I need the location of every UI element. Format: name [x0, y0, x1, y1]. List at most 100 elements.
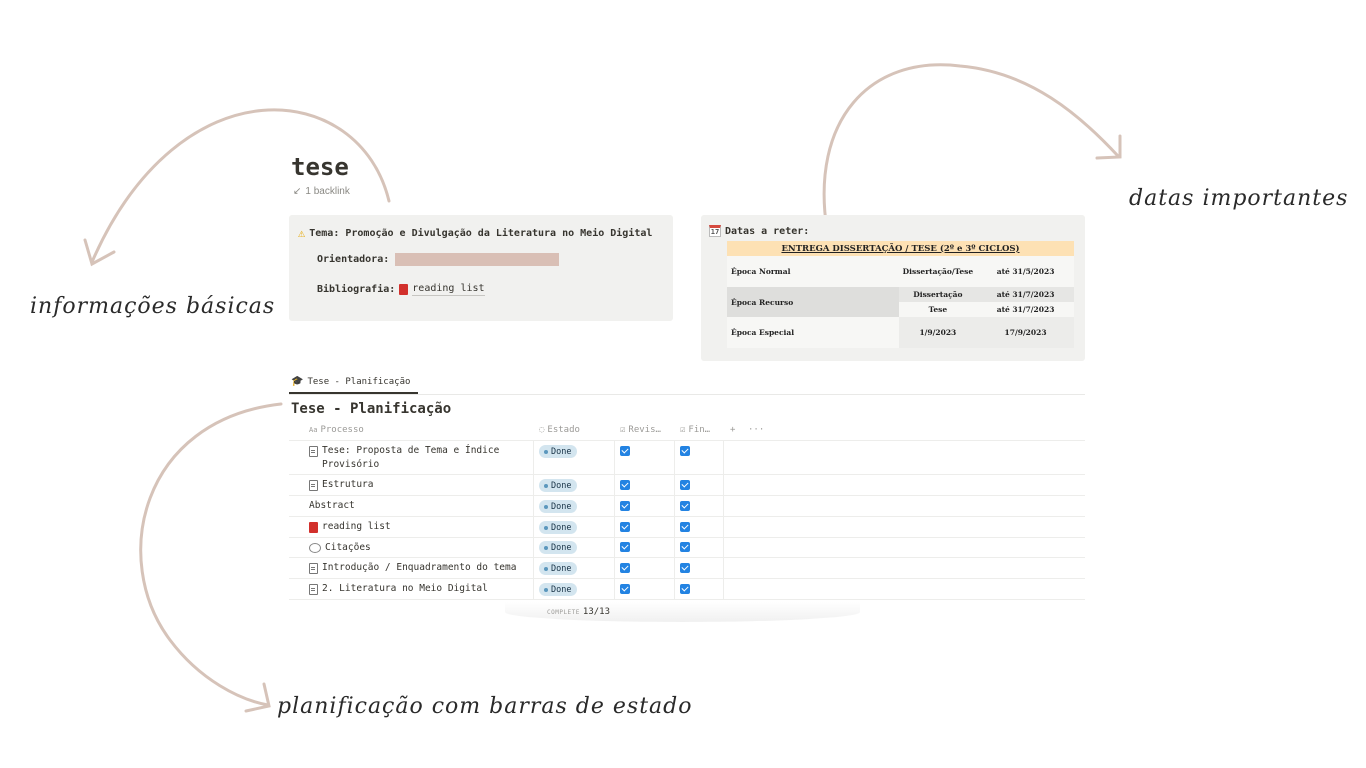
- footer-value: 13/13: [582, 607, 610, 617]
- arrowhead-planning: [244, 682, 271, 713]
- arrowhead-dates: [1095, 134, 1122, 160]
- final-checkbox[interactable]: [680, 446, 690, 456]
- row-divider: [289, 537, 1085, 538]
- page-title: tese: [291, 153, 349, 181]
- footer-label: COMPLETE: [547, 609, 580, 616]
- dates-row-recurso-tese-tipo: Tese: [898, 302, 978, 317]
- status-dot-icon: [544, 587, 548, 592]
- dates-title: Datas a reter:: [725, 225, 810, 237]
- table-row-title[interactable]: Tese: Proposta de Tema e Índice Provisór…: [309, 444, 519, 472]
- status-badge[interactable]: Done: [539, 500, 578, 513]
- row-divider: [289, 474, 1085, 475]
- status-badge[interactable]: Done: [539, 479, 578, 492]
- final-checkbox[interactable]: [680, 563, 690, 573]
- doc-icon: [309, 584, 318, 595]
- annotation-planning: planificação com barras de estado: [277, 694, 693, 719]
- column-header-processo[interactable]: Aa Processo: [309, 425, 364, 435]
- add-column-button[interactable]: +: [730, 425, 735, 435]
- status-label: Done: [551, 522, 572, 533]
- dates-row-normal-tipo: Dissertação/Tese: [898, 256, 978, 287]
- status-label: Done: [551, 584, 572, 595]
- column-divider: [674, 440, 675, 599]
- checkbox-type-icon: ☑: [680, 425, 686, 435]
- status-badge[interactable]: Done: [539, 445, 578, 458]
- doc-icon: [309, 563, 318, 574]
- column-header-revisto[interactable]: ☑ Revis…: [620, 425, 661, 435]
- table-row-title[interactable]: reading list: [309, 520, 391, 534]
- column-header-processo-label: Processo: [320, 425, 364, 435]
- revisto-checkbox[interactable]: [620, 446, 630, 456]
- status-badge[interactable]: Done: [539, 521, 578, 534]
- row-divider: [289, 495, 1085, 496]
- tab-tese-planificacao[interactable]: 🎓 Tese - Planificação: [291, 376, 410, 387]
- row-name: Estrutura: [322, 479, 374, 490]
- revisto-checkbox[interactable]: [620, 542, 630, 552]
- row-name: reading list: [322, 521, 391, 532]
- status-badge[interactable]: Done: [539, 541, 578, 554]
- status-label: Done: [551, 446, 572, 457]
- revisto-checkbox[interactable]: [620, 522, 630, 532]
- status-label: Done: [551, 542, 572, 553]
- more-options-button[interactable]: ···: [748, 425, 764, 435]
- status-badge[interactable]: Done: [539, 583, 578, 596]
- dates-table-header: ENTREGA DISSERTAÇÃO / TESE (2º e 3º CICL…: [727, 241, 1074, 256]
- more-icon: ···: [748, 425, 765, 435]
- final-checkbox[interactable]: [680, 480, 690, 490]
- annotation-arrows: [83, 63, 1122, 713]
- backlink-button[interactable]: ↙ 1 backlink: [293, 186, 350, 197]
- final-checkbox[interactable]: [680, 584, 690, 594]
- status-dot-icon: [544, 525, 548, 530]
- status-dot-icon: [544, 504, 548, 509]
- row-name: Abstract: [309, 500, 355, 511]
- calculation-footer[interactable]: COMPLETE 13/13: [547, 607, 610, 617]
- dates-row-normal-epoca: Época Normal: [727, 256, 899, 287]
- annotation-basic-info: informações básicas: [30, 294, 276, 319]
- arrowhead-basic-info: [83, 238, 116, 267]
- plus-icon: +: [730, 425, 736, 435]
- backlink-arrow-icon: ↙: [293, 186, 302, 197]
- table-row-title[interactable]: Introdução / Enquadramento do tema: [309, 561, 516, 575]
- arrow-dates: [822, 63, 1120, 232]
- row-name: 2. Literatura no Meio Digital: [322, 583, 488, 594]
- bibliography-label: Bibliografia:: [317, 284, 396, 295]
- tab-divider: [289, 394, 1085, 395]
- row-divider: [289, 516, 1085, 517]
- bibliography-link[interactable]: reading list: [399, 283, 485, 296]
- revisto-checkbox[interactable]: [620, 563, 630, 573]
- dates-row-especial-epoca: Época Especial: [727, 317, 899, 348]
- graduation-cap-icon: 🎓: [291, 376, 304, 387]
- checkbox-type-icon: ☑: [620, 425, 626, 435]
- column-header-estado-label: Estado: [547, 425, 580, 435]
- bibliography-link-label: reading list: [412, 283, 485, 296]
- revisto-checkbox[interactable]: [620, 480, 630, 490]
- column-header-revisto-label: Revis…: [628, 425, 661, 435]
- row-name: Introdução / Enquadramento do tema: [322, 562, 517, 573]
- doc-icon: [309, 446, 318, 457]
- final-checkbox[interactable]: [680, 542, 690, 552]
- final-checkbox[interactable]: [680, 522, 690, 532]
- status-badge[interactable]: Done: [539, 562, 578, 575]
- dates-row-recurso-epoca: Época Recurso: [727, 287, 899, 317]
- column-header-final[interactable]: ☑ Fin…: [680, 425, 710, 435]
- column-header-final-label: Fin…: [688, 425, 711, 435]
- table-row-title[interactable]: 2. Literatura no Meio Digital: [309, 582, 488, 596]
- info-callout: ⚠ Tema: Promoção e Divulgação da Literat…: [289, 215, 673, 321]
- table-row-title[interactable]: Citações: [309, 541, 371, 555]
- status-type-icon: ◌: [539, 425, 545, 435]
- dates-row-recurso-data: até 31/7/2023: [977, 287, 1074, 302]
- revisto-checkbox[interactable]: [620, 584, 630, 594]
- dates-row-normal-data: até 31/5/2023: [977, 256, 1074, 287]
- advisor-label: Orientadora:: [317, 254, 390, 265]
- column-header-estado[interactable]: ◌ Estado: [539, 425, 580, 435]
- revisto-checkbox[interactable]: [620, 501, 630, 511]
- dates-row-recurso-tipo: Dissertação: [898, 287, 978, 302]
- column-divider: [723, 440, 724, 599]
- table-row-title[interactable]: Estrutura: [309, 478, 373, 492]
- database-title: Tese - Planificação: [291, 401, 452, 417]
- status-label: Done: [551, 480, 572, 491]
- table-row-title[interactable]: Abstract: [309, 499, 355, 513]
- tab-label: Tese - Planificação: [307, 376, 411, 387]
- final-checkbox[interactable]: [680, 501, 690, 511]
- dates-row-recurso-tese-data: até 31/7/2023: [977, 302, 1074, 317]
- warning-icon: ⚠: [298, 226, 306, 240]
